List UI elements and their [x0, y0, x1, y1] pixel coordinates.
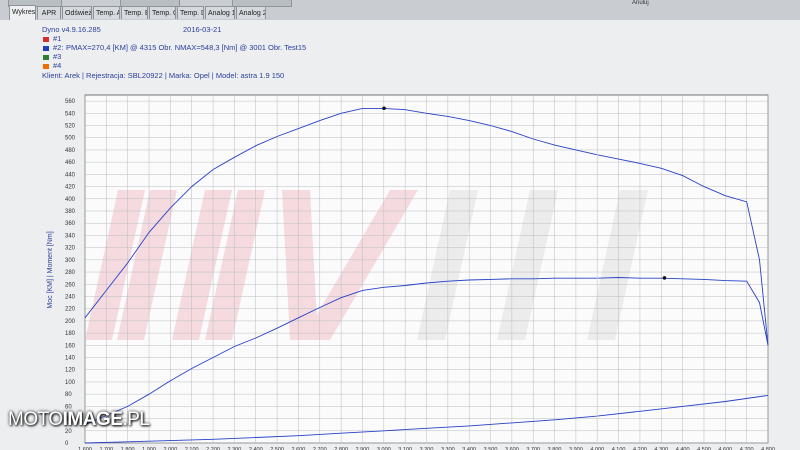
y-tick-label: 480 [65, 148, 76, 154]
y-tick-label: 540 [65, 111, 76, 117]
y-tick-label: 200 [65, 319, 76, 325]
watermark-bold: IMAGE [62, 409, 123, 430]
y-tick-label: 340 [65, 233, 76, 239]
y-tick-label: 140 [65, 356, 76, 362]
y-tick-label: 0 [65, 441, 69, 447]
y-tick-label: 440 [65, 172, 76, 178]
y-tick-label: 240 [65, 294, 76, 300]
y-axis-ticks: 0204060801001201401601802002202402602803… [65, 99, 76, 447]
y-tick-label: 560 [65, 99, 76, 105]
y-tick-label: 320 [65, 246, 76, 252]
y-tick-label: 500 [65, 136, 76, 142]
y-tick-label: 280 [65, 270, 76, 276]
y-tick-label: 160 [65, 343, 76, 349]
y-tick-label: 260 [65, 282, 76, 288]
marker-nmax [382, 106, 386, 111]
y-tick-label: 380 [65, 209, 76, 215]
y-tick-label: 220 [65, 307, 76, 313]
y-tick-label: 120 [65, 368, 76, 374]
y-tick-label: 100 [65, 380, 76, 386]
y-tick-label: 180 [65, 331, 76, 337]
y-tick-label: 360 [65, 221, 76, 227]
marker-pmax [662, 276, 667, 280]
y-tick-label: 80 [65, 392, 72, 398]
y-tick-label: 300 [65, 258, 76, 264]
y-tick-label: 520 [65, 124, 76, 130]
y-axis-label: Moc [KM] | Moment [Nm] [47, 231, 54, 308]
y-tick-label: 420 [65, 185, 76, 191]
y-tick-label: 400 [65, 197, 76, 203]
watermark-prefix: MOTO [8, 409, 63, 430]
watermark-suffix: .PL [122, 409, 150, 430]
dyno-chart: 0204060801001201401601802002202402602803… [47, 94, 775, 450]
watermark: MOTOIMAGE.PL [8, 409, 150, 431]
y-tick-label: 460 [65, 160, 76, 166]
